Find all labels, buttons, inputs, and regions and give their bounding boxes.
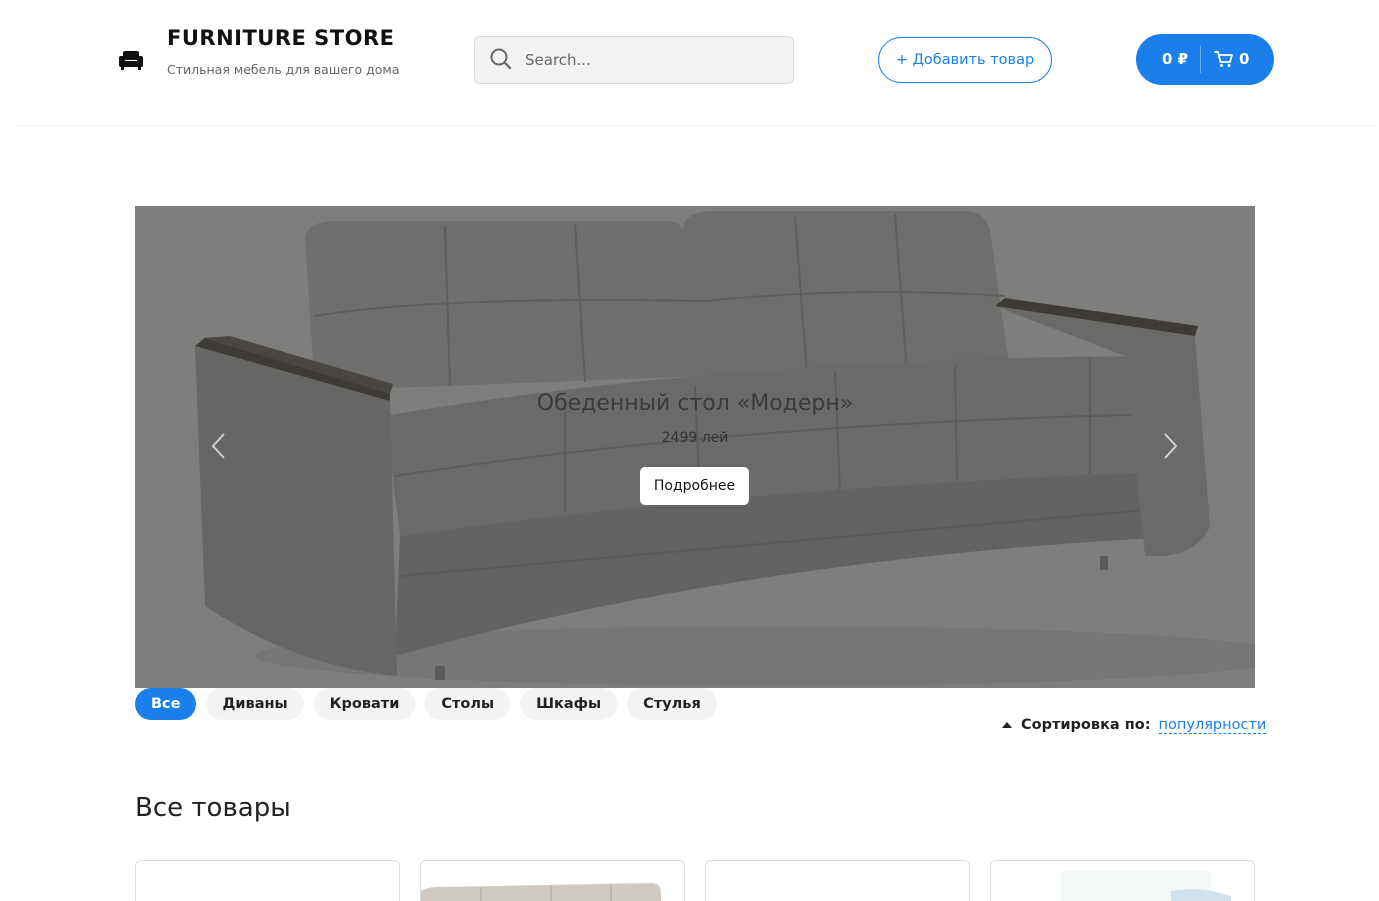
category-wardrobes[interactable]: Шкафы: [520, 688, 618, 720]
search-input[interactable]: [525, 45, 780, 75]
hero-slider: Обеденный стол «Модерн» 2499 лей Подробн…: [135, 206, 1255, 688]
hero-title: Обеденный стол «Модерн»: [536, 391, 854, 416]
cart-divider: [1200, 46, 1201, 73]
category-sofas[interactable]: Диваны: [206, 688, 304, 720]
armchair-icon[interactable]: [118, 48, 144, 72]
category-chairs[interactable]: Стулья: [627, 688, 717, 720]
category-tables[interactable]: Столы: [425, 688, 511, 720]
product-grid: [135, 860, 1255, 901]
hero-price: 2499 лей: [661, 430, 729, 446]
sort-direction-icon[interactable]: [1002, 722, 1012, 728]
sort-value-dropdown[interactable]: популярности: [1158, 717, 1267, 734]
category-filter: Все Диваны Кровати Столы Шкафы Стулья: [135, 688, 717, 720]
product-image: [421, 883, 661, 901]
search-icon: [490, 48, 512, 70]
product-image: [136, 861, 399, 901]
add-product-button[interactable]: + Добавить товар: [878, 37, 1052, 83]
product-card[interactable]: [420, 860, 685, 901]
brand-title[interactable]: FURNITURE STORE: [167, 26, 394, 50]
sort-control: Сортировка по: популярности: [1002, 715, 1267, 735]
hero-sofa-image: [135, 206, 1255, 688]
product-card[interactable]: [990, 860, 1255, 901]
cart-count: 0: [1239, 50, 1250, 68]
sort-label: Сортировка по:: [1021, 717, 1151, 733]
products-section-title: Все товары: [135, 793, 291, 823]
product-image: [706, 861, 969, 901]
product-image: [1061, 871, 1231, 901]
category-all[interactable]: Все: [135, 688, 197, 720]
product-card[interactable]: [705, 860, 970, 901]
category-beds[interactable]: Кровати: [313, 688, 416, 720]
search-box[interactable]: [474, 36, 794, 84]
site-header: FURNITURE STORE Стильная мебель для ваше…: [0, 0, 1379, 126]
brand-subtitle: Стильная мебель для вашего дома: [167, 62, 400, 77]
cart-total: 0 ₽: [1162, 50, 1189, 68]
header-divider: [16, 125, 1376, 126]
cart-button[interactable]: 0 ₽ 0: [1136, 34, 1274, 85]
cart-icon: [1214, 51, 1233, 67]
product-card[interactable]: [135, 860, 400, 901]
hero-details-button[interactable]: Подробнее: [640, 467, 749, 505]
